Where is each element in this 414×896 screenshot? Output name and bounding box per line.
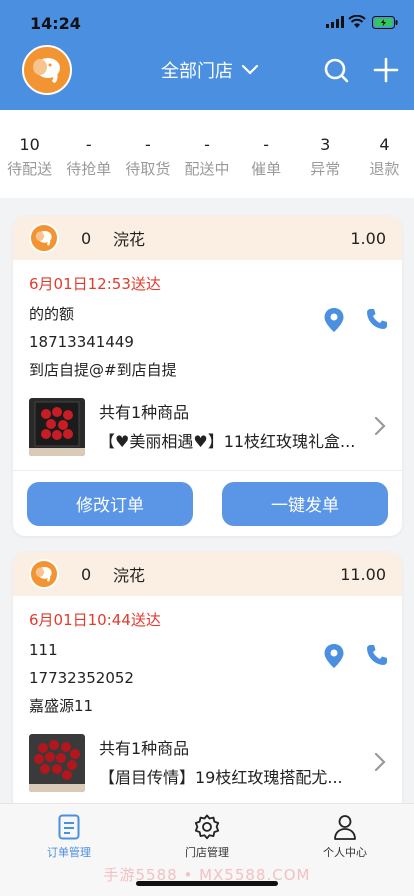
order-card[interactable]: 0 浣花 1.00 6月01日12:53送达 的的额 18713341449 到… [13,216,402,536]
shop-name: 浣花 [113,566,146,585]
product-thumbnail [29,398,85,456]
goods-name: 【眉目传情】19枝红玫瑰搭配尤... [99,768,343,787]
app-logo[interactable] [22,45,72,95]
phone-icon[interactable] [366,644,388,666]
chevron-right-icon [374,416,386,436]
shop-name: 浣花 [113,230,146,249]
location-pin-icon[interactable] [324,644,344,668]
elephant-logo-icon [35,566,52,582]
customer-phone: 17732352052 [29,669,134,687]
goods-count: 共有1种商品 [99,403,190,422]
wifi-icon [348,15,366,28]
search-button[interactable] [322,56,350,84]
order-index: 0 [81,564,92,584]
stat-delivering[interactable]: - 配送中 [177,110,236,198]
order-card-body: 6月01日10:44送达 111 17732352052 嘉盛源11 共有1种商… [13,596,402,798]
status-bar: 14:24 [0,0,414,44]
customer-address: 嘉盛源11 [29,697,94,715]
store-selector[interactable]: 全部门店 [140,56,280,84]
goods-count: 共有1种商品 [99,739,190,758]
order-index: 0 [81,228,92,248]
edit-order-button[interactable]: 修改订单 [27,481,193,526]
shop-logo [29,223,59,253]
home-indicator[interactable] [136,881,278,886]
goods-summary[interactable]: 共有1种商品 【♥美丽相遇♥】11枝红玫瑰礼盒... [29,392,386,462]
customer-phone: 18713341449 [29,333,134,351]
battery-icon [372,16,398,29]
product-thumbnail [29,734,85,792]
order-amount: 11.00 [340,564,386,584]
status-time: 14:24 [30,14,81,33]
stat-refund[interactable]: 4 退款 [355,110,414,198]
chevron-down-icon [241,64,259,75]
order-card-header: 0 浣花 1.00 [13,216,402,260]
chevron-right-icon [374,752,386,772]
order-doc-icon [58,814,80,840]
search-icon [324,58,349,83]
user-icon [334,815,356,840]
stat-pending-delivery[interactable]: 10 待配送 [0,110,59,198]
order-card-header: 0 浣花 11.00 [13,552,402,596]
store-selector-label: 全部门店 [161,61,233,82]
add-button[interactable] [372,56,400,84]
phone-icon[interactable] [366,308,388,330]
delivery-time: 6月01日12:53送达 [29,275,161,293]
order-card[interactable]: 0 浣花 11.00 6月01日10:44送达 111 17732352052 … [13,552,402,812]
order-card-body: 6月01日12:53送达 的的额 18713341449 到店自提@#到店自提 … [13,260,402,462]
goods-name: 【♥美丽相遇♥】11枝红玫瑰礼盒... [99,432,356,451]
delivery-time: 6月01日10:44送达 [29,611,161,629]
stat-pending-pickup[interactable]: - 待取货 [118,110,177,198]
shop-logo [29,559,59,589]
stat-urge[interactable]: - 催单 [237,110,296,198]
location-pin-icon[interactable] [324,308,344,332]
stat-exception[interactable]: 3 异常 [296,110,355,198]
stat-pending-grab[interactable]: - 待抢单 [59,110,118,198]
order-amount: 1.00 [350,228,386,248]
signal-icon [326,16,344,28]
order-card-actions: 修改订单 一键发单 [13,470,402,536]
one-click-dispatch-button[interactable]: 一键发单 [222,481,388,526]
app-header: 14:24 全部门店 [0,0,414,110]
elephant-logo-icon [35,230,52,246]
order-status-stats: 10 待配送 - 待抢单 - 待取货 - 配送中 - 催单 3 异常 4 退款 [0,110,414,198]
goods-summary[interactable]: 共有1种商品 【眉目传情】19枝红玫瑰搭配尤... [29,728,386,798]
customer-address: 到店自提@#到店自提 [29,361,177,379]
elephant-logo-icon [33,58,60,83]
gear-icon [194,814,220,840]
plus-icon [373,57,399,83]
